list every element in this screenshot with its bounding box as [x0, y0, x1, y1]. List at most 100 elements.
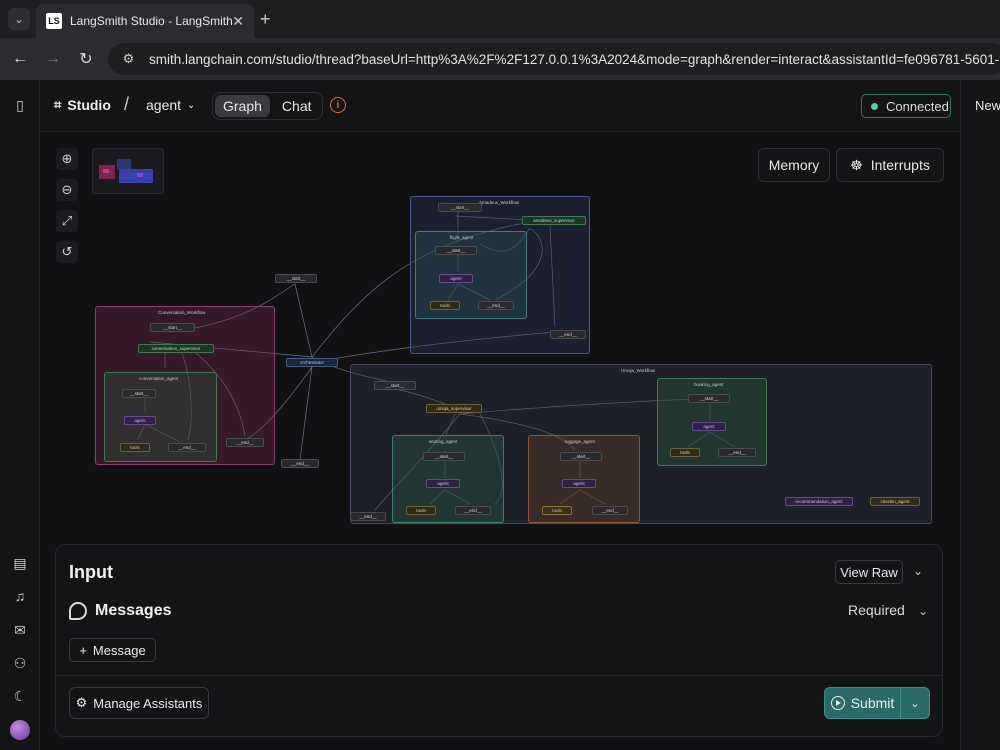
graph-canvas[interactable]: ⊕ ⊖ ⤢ ↺ Memory ☸ Interrupts Conversation… — [40, 132, 960, 540]
assistant-select-label: agent — [146, 97, 182, 113]
thread-panel: New — [960, 80, 1000, 750]
flight-end-node[interactable]: __end__ — [478, 301, 514, 310]
recommendation-agent-node[interactable]: recommendation_agent — [785, 497, 853, 506]
luggage-start-node[interactable]: __start__ — [560, 452, 602, 461]
notifications-bell-icon[interactable]: ♫ — [11, 587, 29, 605]
umoja-supervisor-node[interactable]: umoja_supervisor — [426, 404, 482, 413]
tab-graph[interactable]: Graph — [215, 95, 270, 117]
assistant-select[interactable]: agent ⌄ — [146, 97, 195, 113]
close-tab-icon[interactable]: ✕ — [232, 13, 244, 30]
browser-toolbar: ← → ↻ ⚙ smith.langchain.com/studio/threa… — [0, 38, 1000, 80]
orchestrator-node[interactable]: orchestrator — [286, 358, 338, 367]
docs-icon[interactable]: ▤ — [11, 554, 29, 572]
tab-title: LangSmith Studio - LangSmith — [70, 14, 233, 28]
luggage-agent-label: luggage_agent — [565, 439, 595, 444]
new-thread-button[interactable]: New — [975, 98, 1000, 113]
address-bar[interactable]: ⚙ smith.langchain.com/studio/thread?base… — [108, 43, 1000, 75]
input-title: Input — [69, 562, 113, 582]
plus-icon: + — [79, 642, 87, 658]
seating-agent-node[interactable]: agent — [426, 479, 460, 488]
required-chevron-icon[interactable]: ⌄ — [918, 604, 928, 618]
status-label: Connected — [886, 98, 949, 114]
site-settings-icon[interactable]: ⚙ — [118, 48, 139, 70]
manage-assistants-button[interactable]: ⚙ Manage Assistants — [69, 687, 209, 719]
status-badge: Connected — [861, 94, 951, 118]
url-text: smith.langchain.com/studio/thread?baseUr… — [149, 51, 1000, 67]
studio-label: Studio — [67, 97, 111, 113]
booking-agent-node[interactable]: agent — [692, 422, 726, 431]
conv-agent-node[interactable]: agent — [124, 416, 156, 425]
amadeus-end-node[interactable]: __end__ — [550, 330, 586, 339]
view-raw-button[interactable]: View Raw — [835, 560, 903, 584]
conv-agent-end-node[interactable]: __end__ — [168, 443, 206, 452]
flight-agent-node[interactable]: agent — [439, 274, 473, 283]
booking-tools-node[interactable]: tools — [670, 448, 700, 457]
breadcrumb-separator: / — [124, 94, 130, 114]
new-tab-icon[interactable]: + — [260, 9, 271, 30]
forward-arrow-icon[interactable]: → — [42, 48, 64, 70]
amadeus-start-node[interactable]: __start__ — [438, 203, 482, 212]
collapse-chevron-icon[interactable]: ⌄ — [913, 564, 923, 578]
required-select[interactable]: Required — [848, 602, 905, 618]
seating-tools-node[interactable]: tools — [406, 506, 436, 515]
tab-chat[interactable]: Chat — [274, 95, 320, 117]
studio-header: ⌗ Studio / agent ⌄ Graph Chat i Connecte… — [40, 80, 960, 132]
reload-icon[interactable]: ↻ — [75, 48, 97, 70]
checkin-agent-node[interactable]: checkin_agent — [870, 497, 920, 506]
studio-breadcrumb[interactable]: ⌗ Studio — [54, 97, 111, 113]
gear-icon: ⚙ — [75, 695, 88, 710]
add-message-button[interactable]: + Message — [69, 638, 156, 662]
flight-agent-label: flight_agent — [450, 235, 474, 240]
flight-tools-node[interactable]: tools — [430, 301, 460, 310]
submit-button[interactable]: Submit — [825, 688, 901, 718]
manage-assistants-label: Manage Assistants — [93, 695, 203, 711]
studio-graph-icon: ⌗ — [54, 97, 62, 112]
luggage-agent-node[interactable]: agent — [562, 479, 596, 488]
input-panel: Input View Raw ⌄ Messages Required ⌄ + M… — [55, 544, 943, 737]
seating-start-node[interactable]: __start__ — [423, 452, 465, 461]
luggage-tools-node[interactable]: tools — [542, 506, 572, 515]
play-icon — [830, 696, 845, 710]
mail-icon[interactable]: ✉ — [11, 621, 29, 639]
dark-mode-moon-icon[interactable]: ☾ — [11, 687, 29, 705]
langsmith-favicon-icon: LS — [46, 13, 62, 29]
status-dot — [871, 102, 878, 110]
browser-tab[interactable]: LS LangSmith Studio - LangSmith ✕ — [36, 4, 254, 38]
chevron-down-icon: ⌄ — [187, 99, 196, 111]
conv-tools-node[interactable]: tools — [120, 443, 150, 452]
sidebar-toggle-icon[interactable]: ▯ — [11, 96, 29, 114]
booking-start-node[interactable]: __start__ — [688, 394, 730, 403]
conversation-supervisor-node[interactable]: conversation_supervisor — [138, 344, 214, 353]
seating-agent-label: seating_agent — [429, 439, 458, 444]
left-rail: ▯ ▤ ♫ ✉ ⚇ ☾ — [0, 80, 40, 750]
messages-field-header: Messages — [69, 602, 172, 620]
info-icon[interactable]: i — [330, 97, 346, 113]
divider — [56, 675, 942, 676]
chat-bubble-icon — [69, 602, 87, 620]
luggage-end-node[interactable]: __end__ — [592, 506, 628, 515]
amadeus-workflow-label: Amadeus_Workflow — [479, 200, 519, 205]
booking-end-node[interactable]: __end__ — [718, 448, 756, 457]
amadeus-supervisor-node[interactable]: amadeus_supervisor — [522, 216, 586, 225]
root-start-node[interactable]: __start__ — [275, 274, 317, 283]
booking-agent-label: booking_agent — [694, 382, 724, 387]
messages-label: Messages — [95, 602, 172, 619]
conversation-end-node[interactable]: __end__ — [226, 438, 264, 447]
flight-start-node[interactable]: __start__ — [435, 246, 477, 255]
seating-end-node[interactable]: __end__ — [455, 506, 491, 515]
submit-dropdown-chevron-icon[interactable]: ⌄ — [901, 688, 929, 718]
submit-button-group: Submit ⌄ — [824, 687, 930, 719]
avatar[interactable] — [10, 720, 30, 740]
conversation-agent-label: conversation_agent — [139, 376, 179, 381]
submit-label: Submit — [850, 695, 895, 711]
umoja-start-node[interactable]: __start__ — [374, 381, 416, 390]
add-user-icon[interactable]: ⚇ — [11, 654, 29, 672]
browser-tabstrip: ⌄ LS LangSmith Studio - LangSmith ✕ + — [0, 0, 1000, 38]
root-end-node[interactable]: __end__ — [281, 459, 319, 468]
view-mode-toggle: Graph Chat — [212, 92, 323, 120]
umoja-end-node[interactable]: __end__ — [350, 512, 386, 521]
back-arrow-icon[interactable]: ← — [9, 48, 31, 70]
conversation-start-node[interactable]: __start__ — [150, 323, 195, 332]
conv-agent-start-node[interactable]: __start__ — [122, 389, 156, 398]
tab-list-chevron-icon[interactable]: ⌄ — [8, 8, 30, 30]
